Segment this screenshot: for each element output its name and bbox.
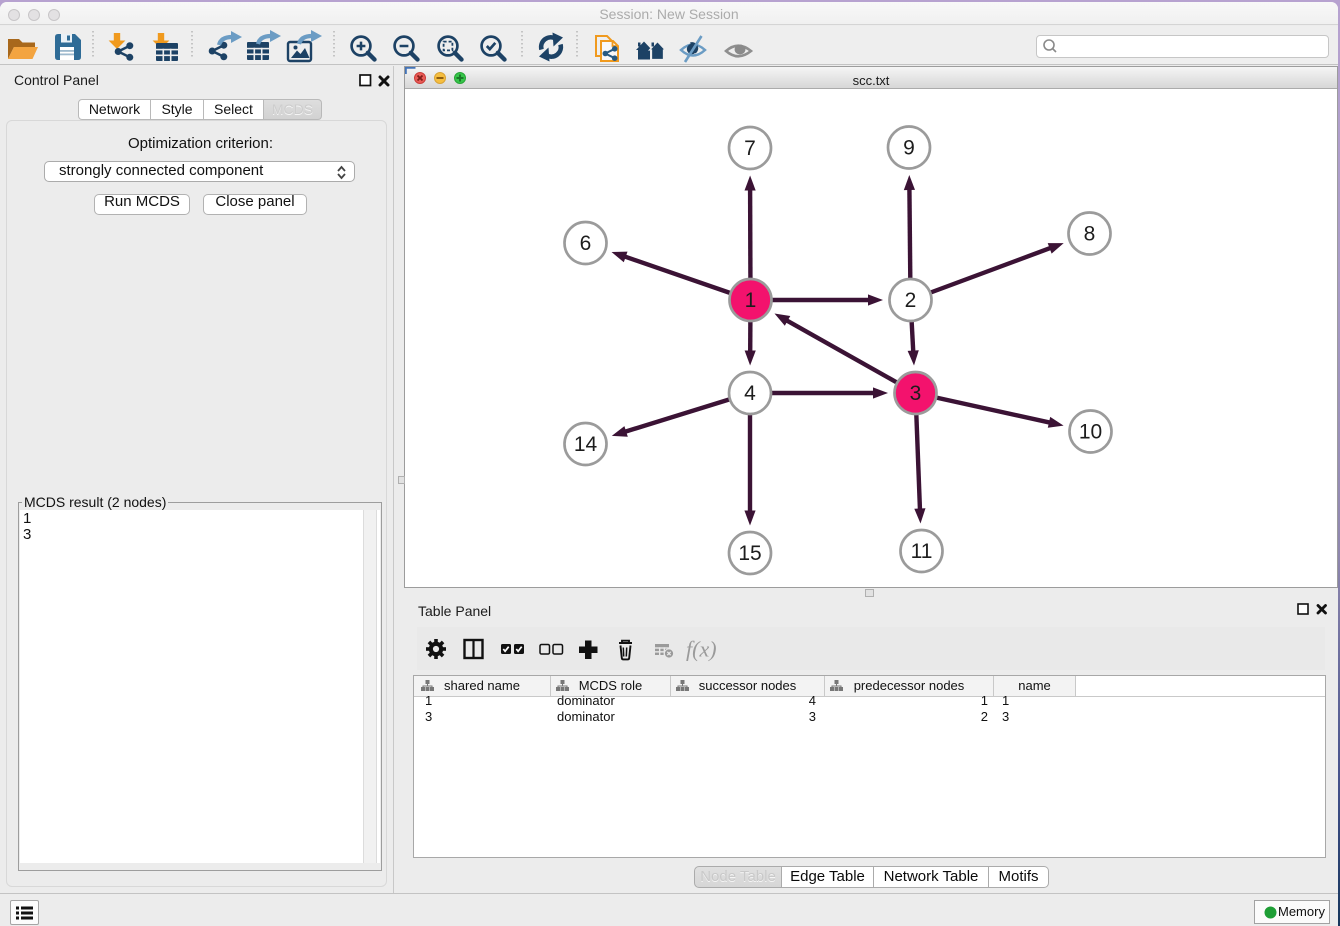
- svg-text:14: 14: [574, 433, 598, 456]
- svg-text:3: 3: [910, 382, 922, 405]
- svg-text:f(x): f(x): [686, 637, 717, 662]
- svg-text:8: 8: [1084, 223, 1096, 246]
- svg-text:7: 7: [744, 137, 756, 160]
- svg-text:2: 2: [905, 289, 917, 312]
- svg-text:11: 11: [911, 540, 933, 563]
- svg-text:10: 10: [1079, 421, 1102, 444]
- svg-text:6: 6: [580, 232, 592, 255]
- svg-text:4: 4: [744, 382, 756, 405]
- svg-text:15: 15: [738, 542, 761, 565]
- svg-text:1: 1: [745, 289, 757, 312]
- svg-text:9: 9: [903, 137, 915, 160]
